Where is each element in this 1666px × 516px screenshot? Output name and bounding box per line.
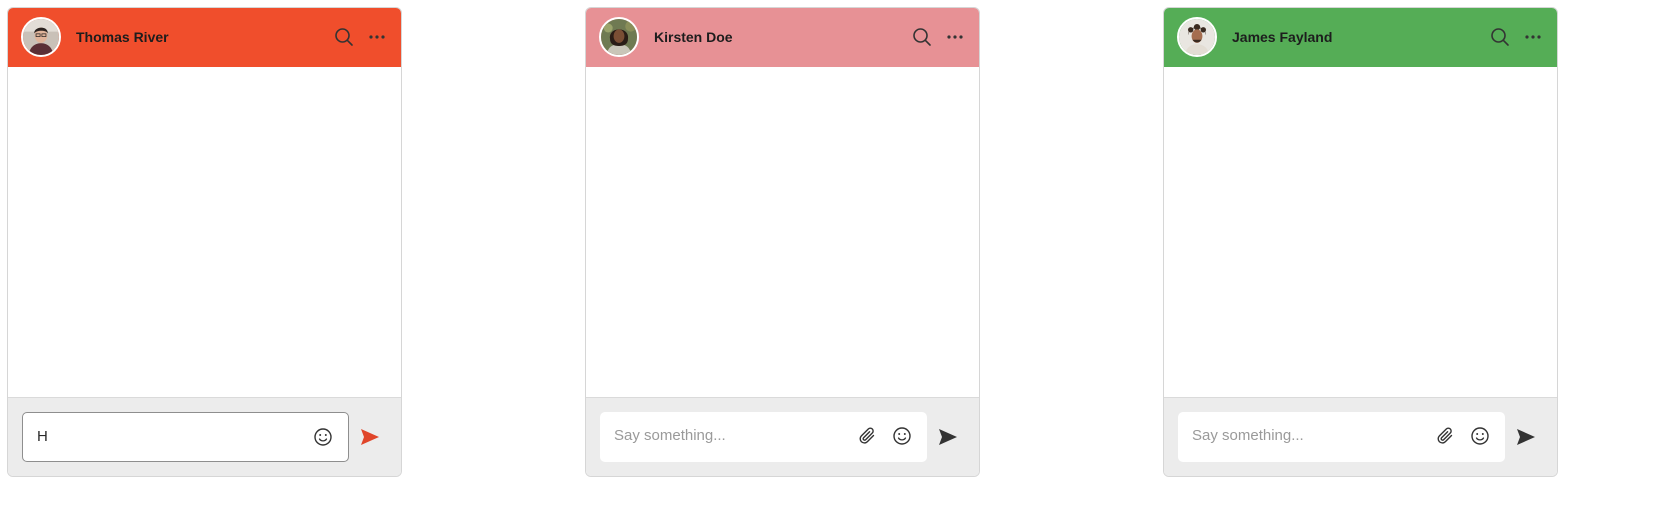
message-list xyxy=(8,67,401,397)
emoji-icon[interactable] xyxy=(312,426,334,448)
more-options-icon[interactable] xyxy=(366,26,388,48)
message-input-box xyxy=(1178,412,1505,462)
composer-bar xyxy=(8,397,401,476)
avatar[interactable] xyxy=(599,17,639,57)
send-button[interactable] xyxy=(358,425,382,449)
search-icon[interactable] xyxy=(333,26,355,48)
contact-name: Thomas River xyxy=(76,29,169,45)
chat-header: Thomas River xyxy=(8,8,401,67)
send-icon xyxy=(361,429,379,445)
more-options-icon[interactable] xyxy=(944,26,966,48)
composer-bar xyxy=(586,397,979,476)
emoji-icon[interactable] xyxy=(1469,425,1491,447)
message-input-box xyxy=(22,412,349,462)
attach-icon[interactable] xyxy=(857,425,879,447)
chat-window-thomas-river: Thomas River xyxy=(7,7,402,477)
message-input[interactable] xyxy=(614,412,844,460)
more-options-icon[interactable] xyxy=(1522,26,1544,48)
emoji-icon[interactable] xyxy=(891,425,913,447)
chat-header: Kirsten Doe xyxy=(586,8,979,67)
send-icon xyxy=(1517,429,1535,445)
chat-window-kirsten-doe: Kirsten Doe xyxy=(585,7,980,477)
send-button[interactable] xyxy=(1514,425,1538,449)
message-list xyxy=(1164,67,1557,397)
message-input[interactable] xyxy=(1192,412,1422,460)
composer-bar xyxy=(1164,397,1557,476)
message-list xyxy=(586,67,979,397)
avatar[interactable] xyxy=(1177,17,1217,57)
search-icon[interactable] xyxy=(911,26,933,48)
message-input-box xyxy=(600,412,927,462)
message-input[interactable] xyxy=(37,413,267,461)
search-icon[interactable] xyxy=(1489,26,1511,48)
chat-widgets-stage: Thomas River H Kirsten Doe Say something… xyxy=(0,0,1666,516)
attach-icon[interactable] xyxy=(1435,425,1457,447)
send-button[interactable] xyxy=(936,425,960,449)
contact-name: Kirsten Doe xyxy=(654,29,733,45)
avatar[interactable] xyxy=(21,17,61,57)
chat-window-james-fayland: James Fayland xyxy=(1163,7,1558,477)
contact-name: James Fayland xyxy=(1232,29,1333,45)
send-icon xyxy=(939,429,957,445)
chat-header: James Fayland xyxy=(1164,8,1557,67)
